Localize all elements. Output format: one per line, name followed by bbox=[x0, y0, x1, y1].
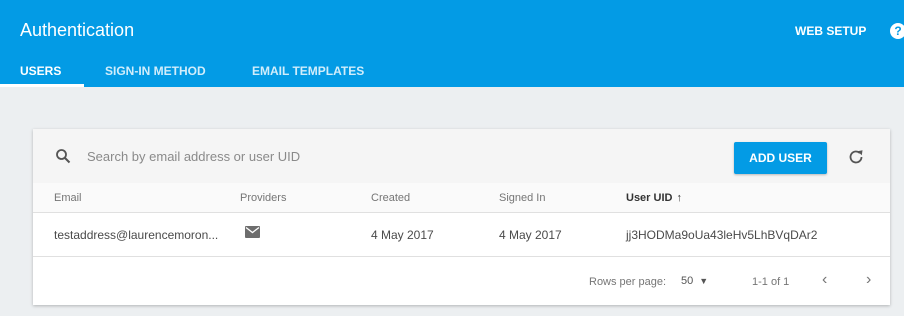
cell-user-uid: jj3HODMa9oUa43leHv5LhBVqDAr2 bbox=[626, 228, 818, 242]
cell-email: testaddress@laurencemoron... bbox=[54, 228, 219, 242]
add-user-button[interactable]: ADD USER bbox=[734, 142, 827, 174]
tab-sign-in-method[interactable]: SIGN-IN METHOD bbox=[105, 64, 206, 87]
page-title: Authentication bbox=[20, 20, 135, 40]
column-header-signed-in[interactable]: Signed In bbox=[499, 192, 545, 204]
chevron-left-icon[interactable]: ‹ bbox=[822, 271, 827, 289]
web-setup-link[interactable]: WEB SETUP bbox=[795, 24, 866, 38]
active-tab-indicator bbox=[0, 84, 84, 87]
users-card: ADD USER Email Providers Created Signed … bbox=[33, 129, 890, 305]
app-header: Authentication WEB SETUP ? USERS SIGN-IN… bbox=[0, 0, 904, 87]
caret-down-icon: ▼ bbox=[699, 276, 709, 286]
rows-per-page-value: 50 bbox=[681, 275, 694, 287]
sort-ascending-icon: ↑ bbox=[676, 192, 682, 204]
rows-per-page-label: Rows per page: bbox=[589, 276, 667, 288]
mail-icon bbox=[245, 226, 260, 238]
refresh-icon[interactable] bbox=[846, 147, 866, 167]
column-header-providers: Providers bbox=[240, 192, 287, 204]
chevron-right-icon[interactable]: › bbox=[866, 271, 871, 289]
rows-per-page-select[interactable]: 50 ▼ bbox=[681, 275, 708, 287]
table-row[interactable]: testaddress@laurencemoron... 4 May 2017 … bbox=[33, 213, 890, 257]
search-icon bbox=[56, 149, 71, 164]
table-header: Email Providers Created Signed In User U… bbox=[33, 183, 890, 213]
page-range: 1-1 of 1 bbox=[752, 276, 790, 288]
tab-email-templates[interactable]: EMAIL TEMPLATES bbox=[252, 64, 364, 87]
cell-created: 4 May 2017 bbox=[371, 228, 434, 242]
cell-signed-in: 4 May 2017 bbox=[499, 228, 562, 242]
users-toolbar: ADD USER bbox=[33, 129, 890, 183]
column-header-user-uid-label: User UID bbox=[626, 192, 673, 204]
column-header-email[interactable]: Email bbox=[54, 192, 82, 204]
help-icon[interactable]: ? bbox=[890, 23, 904, 39]
column-header-created[interactable]: Created bbox=[371, 192, 410, 204]
column-header-user-uid[interactable]: User UID ↑ bbox=[626, 192, 682, 204]
search-input[interactable] bbox=[87, 145, 507, 167]
pagination-bar: Rows per page: 50 ▼ 1-1 of 1 ‹ › bbox=[33, 257, 890, 305]
